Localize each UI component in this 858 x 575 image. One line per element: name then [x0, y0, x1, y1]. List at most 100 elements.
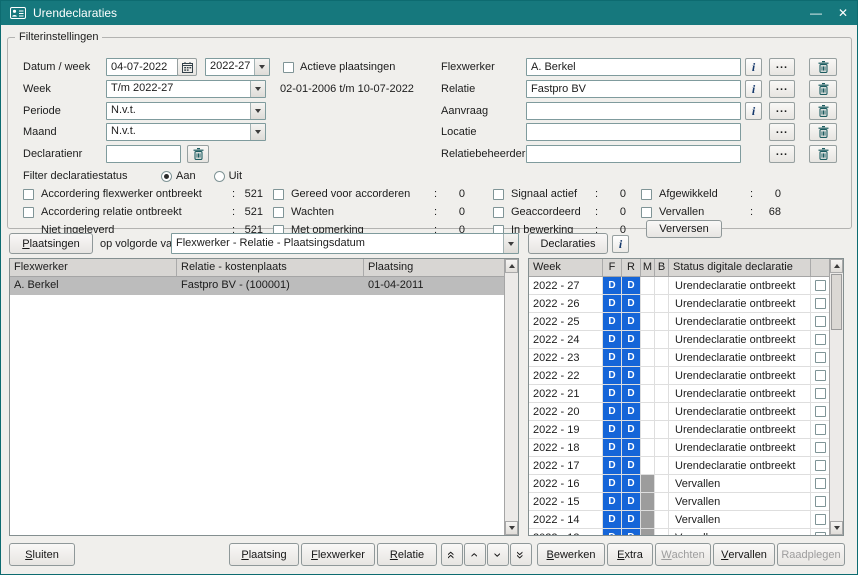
- relatiebeheerder-trash-button[interactable]: [809, 145, 837, 163]
- relatie-trash-button[interactable]: [809, 80, 837, 98]
- info-icon-button[interactable]: i: [745, 80, 762, 98]
- scroll-down-button[interactable]: [505, 521, 518, 535]
- count-checkbox[interactable]: [641, 207, 652, 218]
- tab-declaraties[interactable]: Declaraties: [528, 233, 608, 254]
- decl-row-checkbox[interactable]: [815, 478, 826, 489]
- declaratie-row[interactable]: 2022 - 18 D D Urendeclaratie ontbreekt: [529, 439, 829, 457]
- relatiebeheerder-input[interactable]: [526, 145, 741, 163]
- periode-select[interactable]: N.v.t.: [106, 102, 266, 120]
- raadplegen-button[interactable]: Raadplegen: [777, 543, 845, 566]
- decl-row-checkbox[interactable]: [815, 514, 826, 525]
- plaatsing-row-selected[interactable]: A. Berkel Fastpro BV - (100001) 01-04-20…: [10, 277, 504, 295]
- radio-aan[interactable]: [161, 171, 172, 182]
- locatie-lookup-button[interactable]: ...: [769, 123, 795, 141]
- sluiten-button[interactable]: Sluiten: [9, 543, 75, 566]
- declaratie-row[interactable]: 2022 - 26 D D Urendeclaratie ontbreekt: [529, 295, 829, 313]
- count-checkbox[interactable]: [23, 189, 34, 200]
- decl-row-checkbox[interactable]: [815, 442, 826, 453]
- locatie-trash-button[interactable]: [809, 123, 837, 141]
- aanvraag-input[interactable]: [526, 102, 741, 120]
- plaatsingen-scrollbar: [504, 259, 518, 535]
- flexwerker-trash-button[interactable]: [809, 58, 837, 76]
- relatie-button[interactable]: Relatie: [377, 543, 437, 566]
- decl-row-checkbox[interactable]: [815, 388, 826, 399]
- relatie-lookup-button[interactable]: ...: [769, 80, 795, 98]
- decl-row-checkbox[interactable]: [815, 406, 826, 417]
- decl-f-cell: D: [603, 529, 622, 535]
- declaratie-row[interactable]: 2022 - 17 D D Urendeclaratie ontbreekt: [529, 457, 829, 475]
- datum-input[interactable]: [106, 58, 178, 76]
- decl-row-checkbox[interactable]: [815, 280, 826, 291]
- flexwerker-input[interactable]: [526, 58, 741, 76]
- declaratienr-input[interactable]: [106, 145, 181, 163]
- scroll-down-button[interactable]: [830, 521, 843, 535]
- datum-week-select[interactable]: 2022-27: [205, 58, 270, 76]
- relatie-input[interactable]: [526, 80, 741, 98]
- nav-prev-button[interactable]: ‹: [464, 543, 486, 566]
- vervallen-button[interactable]: Vervallen: [713, 543, 775, 566]
- cell-flexwerker: A. Berkel: [10, 277, 177, 295]
- declaratie-row[interactable]: 2022 - 15 D D Vervallen: [529, 493, 829, 511]
- flexwerker-lookup-button[interactable]: ...: [769, 58, 795, 76]
- declaratie-row[interactable]: 2022 - 23 D D Urendeclaratie ontbreekt: [529, 349, 829, 367]
- declaratie-row[interactable]: 2022 - 16 D D Vervallen: [529, 475, 829, 493]
- flexwerker-button[interactable]: Flexwerker: [301, 543, 375, 566]
- declaratie-row[interactable]: 2022 - 21 D D Urendeclaratie ontbreekt: [529, 385, 829, 403]
- decl-row-checkbox[interactable]: [815, 316, 826, 327]
- nav-next-button[interactable]: ›: [487, 543, 509, 566]
- nav-first-button[interactable]: «: [441, 543, 463, 566]
- decl-checkbox-cell: [811, 493, 829, 510]
- declaratie-row[interactable]: 2022 - 20 D D Urendeclaratie ontbreekt: [529, 403, 829, 421]
- order-select[interactable]: Flexwerker - Relatie - Plaatsingsdatum: [171, 233, 519, 254]
- declaratie-row[interactable]: 2022 - 13 D D Vervallen: [529, 529, 829, 535]
- extra-button[interactable]: Extra: [607, 543, 653, 566]
- info-icon-button[interactable]: i: [745, 58, 762, 76]
- declaratie-row[interactable]: 2022 - 22 D D Urendeclaratie ontbreekt: [529, 367, 829, 385]
- scrollbar-thumb[interactable]: [831, 274, 842, 330]
- count-checkbox[interactable]: [273, 207, 284, 218]
- locatie-input[interactable]: [526, 123, 741, 141]
- declaratie-row[interactable]: 2022 - 27 D D Urendeclaratie ontbreekt: [529, 277, 829, 295]
- count-checkbox[interactable]: [273, 189, 284, 200]
- minimize-button[interactable]: —: [810, 7, 822, 19]
- count-checkbox[interactable]: [493, 189, 504, 200]
- count-checkbox[interactable]: [23, 207, 34, 218]
- verversen-button[interactable]: Verversen: [646, 220, 722, 238]
- decl-row-checkbox[interactable]: [815, 298, 826, 309]
- decl-row-checkbox[interactable]: [815, 496, 826, 507]
- nav-last-button[interactable]: »: [510, 543, 532, 566]
- decl-row-checkbox[interactable]: [815, 352, 826, 363]
- decl-row-checkbox[interactable]: [815, 334, 826, 345]
- wachten-button[interactable]: Wachten: [655, 543, 711, 566]
- arrow-up-icon: [834, 264, 840, 268]
- relatiebeheerder-lookup-button[interactable]: ...: [769, 145, 795, 163]
- radio-uit[interactable]: [214, 171, 225, 182]
- aanvraag-row: Aanvraag i ...: [441, 102, 841, 120]
- decl-row-checkbox[interactable]: [815, 424, 826, 435]
- actieve-plaatsingen-checkbox[interactable]: [283, 62, 294, 73]
- declaratie-row[interactable]: 2022 - 25 D D Urendeclaratie ontbreekt: [529, 313, 829, 331]
- maand-select[interactable]: N.v.t.: [106, 123, 266, 141]
- aanvraag-lookup-button[interactable]: ...: [769, 102, 795, 120]
- decl-row-checkbox[interactable]: [815, 460, 826, 471]
- week-select[interactable]: T/m 2022-27: [106, 80, 266, 98]
- scroll-up-button[interactable]: [505, 259, 518, 273]
- declaratie-row[interactable]: 2022 - 24 D D Urendeclaratie ontbreekt: [529, 331, 829, 349]
- close-button[interactable]: ✕: [838, 7, 848, 19]
- decl-row-checkbox[interactable]: [815, 370, 826, 381]
- plaatsing-button[interactable]: Plaatsing: [229, 543, 299, 566]
- decl-row-checkbox[interactable]: [815, 532, 826, 535]
- count-checkbox[interactable]: [493, 207, 504, 218]
- decl-b-cell: [655, 511, 669, 528]
- tab-plaatsingen[interactable]: Plaatsingen: [9, 233, 93, 254]
- scroll-up-button[interactable]: [830, 259, 843, 273]
- calendar-icon-button[interactable]: [177, 58, 197, 76]
- declaraties-info-button[interactable]: i: [612, 235, 629, 253]
- count-checkbox[interactable]: [641, 189, 652, 200]
- aanvraag-trash-button[interactable]: [809, 102, 837, 120]
- declaratienr-trash-button[interactable]: [187, 145, 209, 163]
- info-icon-button[interactable]: i: [745, 102, 762, 120]
- bewerken-button[interactable]: Bewerken: [537, 543, 605, 566]
- declaratie-row[interactable]: 2022 - 14 D D Vervallen: [529, 511, 829, 529]
- declaratie-row[interactable]: 2022 - 19 D D Urendeclaratie ontbreekt: [529, 421, 829, 439]
